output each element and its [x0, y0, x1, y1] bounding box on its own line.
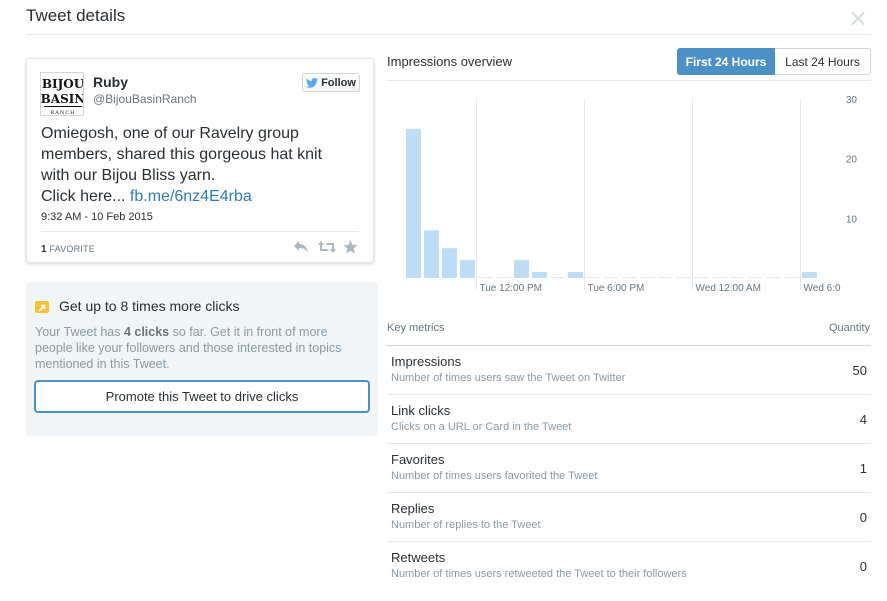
follow-button[interactable]: Follow [302, 73, 360, 92]
tweet-text-line: members, shared this gorgeous hat knit [41, 146, 323, 163]
avatar[interactable]: BIJOU BASIN RANCH [40, 72, 84, 116]
follow-label: Follow [321, 76, 356, 89]
tweet-text-prefix: Click here... [41, 188, 130, 205]
favorite-count-number: 1 [41, 244, 47, 255]
time-range-toggle: First 24 Hours Last 24 Hours [677, 48, 871, 75]
metric-value: 0 [859, 559, 867, 574]
y-tick-label: 20 [846, 155, 858, 166]
star-icon[interactable] [343, 240, 359, 254]
tweet-text-line: with our Bijou Bliss yarn. [41, 167, 216, 184]
chart-bar [514, 260, 529, 278]
svg-text:BASIN: BASIN [41, 92, 84, 106]
metric-row-replies: Replies Number of replies to the Tweet 0 [387, 492, 871, 541]
svg-text:BIJOU: BIJOU [42, 77, 84, 91]
metric-description: Number of times users retweeted the Twee… [391, 568, 687, 580]
promote-desc-line: Your Tweet has 4 clicks so far. Get it i… [35, 324, 375, 340]
key-metrics-label: Key metrics [387, 322, 445, 334]
chart-bar [460, 260, 475, 278]
metric-value: 4 [859, 412, 867, 427]
metric-value: 1 [859, 461, 867, 476]
promote-panel: Get up to 8 times more clicks Your Tweet… [26, 282, 378, 436]
favorite-count: 1 FAVORITE [41, 244, 95, 255]
metric-name: Favorites [391, 452, 445, 467]
tweet-text: Omiegosh, one of our Ravelry group membe… [41, 123, 361, 207]
chart-bar [442, 248, 457, 278]
metric-description: Clicks on a URL or Card in the Tweet [391, 421, 572, 433]
promote-icon [35, 301, 49, 313]
first-24-hours-button[interactable]: First 24 Hours [677, 48, 775, 75]
metric-row-favorites: Favorites Number of times users favorite… [387, 443, 871, 492]
promote-title: Get up to 8 times more clicks [59, 298, 240, 314]
metric-value: 50 [852, 363, 867, 378]
card-divider [41, 231, 359, 232]
y-tick-label: 30 [846, 95, 858, 106]
y-tick-label: 10 [846, 214, 858, 225]
metrics-table: Impressions Number of times users saw th… [387, 345, 871, 590]
x-tick-label: Tue 12:00 PM [480, 283, 542, 294]
promote-desc-text: so far. Get it in front of more [169, 325, 328, 339]
last-24-hours-button[interactable]: Last 24 Hours [775, 48, 871, 75]
metric-name: Replies [391, 501, 435, 516]
tweet-text-line: Omiegosh, one of our Ravelry group [41, 125, 299, 142]
metric-name: Link clicks [391, 403, 451, 418]
impressions-title: Impressions overview [387, 54, 512, 69]
reply-icon[interactable] [293, 240, 309, 254]
tweet-timestamp[interactable]: 9:32 AM - 10 Feb 2015 [41, 211, 153, 223]
dialog-title: Tweet details [26, 6, 126, 25]
metric-row-retweets: Retweets Number of times users retweeted… [387, 541, 871, 590]
promote-desc-line: people like your followers and those int… [35, 341, 342, 355]
metric-row-impressions: Impressions Number of times users saw th… [387, 345, 871, 394]
promote-desc-text: Your Tweet has [35, 325, 124, 339]
tweet-card: BIJOU BASIN RANCH Ruby @BijouBasinRanch … [26, 58, 374, 263]
x-tick-label: Wed 12:00 AM [696, 283, 761, 294]
tweet-actions [293, 240, 359, 254]
metric-value: 0 [859, 510, 867, 525]
twitter-bird-icon [306, 77, 319, 88]
svg-text:RANCH: RANCH [51, 110, 76, 116]
favorite-count-label: FAVORITE [49, 244, 95, 254]
impressions-chart: 10 20 30 Tue 12:00 PM Tue 6:00 PM Wed 12:00 A… [406, 95, 858, 294]
chart-bar [532, 272, 547, 278]
chart-bar [406, 128, 421, 278]
tweet-author-name[interactable]: Ruby [93, 74, 128, 90]
header-divider [26, 34, 871, 35]
metric-name: Retweets [391, 550, 446, 565]
metric-description: Number of times users saw the Tweet on T… [391, 372, 626, 384]
quantity-label: Quantity [829, 322, 870, 334]
chart-bar [802, 272, 817, 278]
retweet-icon[interactable] [318, 240, 336, 254]
tweet-text-line: Click here... fb.me/6nz4E4rba [41, 186, 361, 207]
chart-bar [424, 230, 439, 278]
ranch-logo: BIJOU BASIN RANCH [41, 73, 84, 116]
close-icon[interactable]: × [848, 6, 868, 30]
x-tick-label: Tue 6:00 PM [588, 283, 645, 294]
metric-description: Number of times users favorited the Twee… [391, 470, 598, 482]
tweet-link[interactable]: fb.me/6nz4E4rba [130, 188, 252, 205]
promote-desc-line: mentioned in this Tweet. [35, 357, 170, 371]
promote-description: Your Tweet has 4 clicks so far. Get it i… [35, 324, 375, 372]
promote-tweet-button[interactable]: Promote this Tweet to drive clicks [34, 380, 370, 413]
click-count: 4 clicks [123, 325, 170, 339]
tweet-author-handle[interactable]: @BijouBasinRanch [93, 92, 197, 106]
x-tick-label: Wed 6:0 [804, 283, 841, 294]
metric-row-link-clicks: Link clicks Clicks on a URL or Card in t… [387, 394, 871, 443]
metric-name: Impressions [391, 354, 462, 369]
chart-bar [568, 272, 583, 278]
metric-description: Number of replies to the Tweet [391, 519, 541, 531]
